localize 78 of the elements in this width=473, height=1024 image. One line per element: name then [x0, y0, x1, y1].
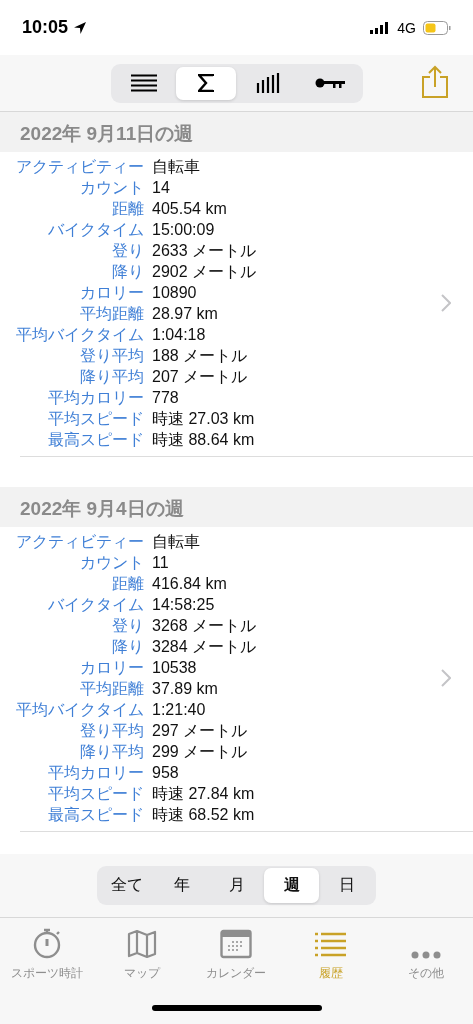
- signal-icon: [370, 21, 391, 34]
- stopwatch-icon: [32, 927, 63, 959]
- stat-value: 時速 88.64 km: [152, 430, 255, 450]
- stat-value: 958: [152, 763, 179, 783]
- stat-value: 10890: [152, 283, 197, 303]
- stat-label: 平均カロリー: [47, 763, 145, 783]
- calendar-icon: [220, 929, 253, 959]
- stat-value: 297 メートル: [152, 721, 248, 741]
- stat-value: 1:21:40: [152, 700, 206, 720]
- stat-label: 登り: [111, 616, 145, 636]
- battery-icon: [423, 20, 451, 35]
- stat-label: アクティビティー: [15, 532, 145, 552]
- stat-label: 登り平均: [79, 721, 145, 741]
- stat-value: 自転車: [152, 157, 200, 177]
- stat-value: 15:00:09: [152, 220, 215, 240]
- location-arrow-icon: [73, 20, 88, 35]
- stat-value: 3268 メートル: [152, 616, 257, 636]
- stat-label: 平均バイクタイム: [15, 325, 145, 345]
- stat-label: カロリー: [79, 283, 145, 303]
- key-icon: [314, 77, 345, 89]
- stat-label: 距離: [111, 199, 145, 219]
- stat-value: 28.97 km: [152, 304, 218, 324]
- period-segment[interactable]: 年: [154, 868, 209, 903]
- stat-label: 平均バイクタイム: [15, 700, 145, 720]
- stat-label: 登り平均: [79, 346, 145, 366]
- period-segment[interactable]: 月: [209, 868, 264, 903]
- network-type: 4G: [397, 19, 416, 36]
- stat-value: 37.89 km: [152, 679, 218, 699]
- stat-value: 10538: [152, 658, 197, 678]
- stat-label: 降り平均: [79, 742, 145, 762]
- sigma-icon: [197, 74, 214, 92]
- bar-chart-icon: [255, 73, 280, 93]
- stat-value: 11: [152, 553, 169, 573]
- stat-value: 時速 27.84 km: [152, 784, 255, 804]
- stat-value: 207 メートル: [152, 367, 248, 387]
- stat-label: カロリー: [79, 658, 145, 678]
- stat-label: 登り: [111, 241, 145, 261]
- map-icon: [126, 929, 157, 959]
- stat-label: 平均スピード: [47, 409, 145, 429]
- stat-value: 405.54 km: [152, 199, 227, 219]
- stat-value: 188 メートル: [152, 346, 248, 366]
- stat-value: 時速 68.52 km: [152, 805, 255, 825]
- stat-label: アクティビティー: [15, 157, 145, 177]
- stat-label: カウント: [79, 553, 145, 573]
- stat-label: バイクタイム: [47, 595, 145, 615]
- stat-value: 時速 27.03 km: [152, 409, 255, 429]
- status-time: 10:05: [22, 17, 69, 38]
- period-segment[interactable]: 全て: [99, 868, 154, 903]
- stat-value: 14: [152, 178, 170, 198]
- stat-label: 平均距離: [79, 304, 145, 324]
- stat-label: 降り: [111, 637, 145, 657]
- stat-value: 299 メートル: [152, 742, 248, 762]
- stat-label: 平均カロリー: [47, 388, 145, 408]
- stat-value: 1:04:18: [152, 325, 206, 345]
- stat-value: 2902 メートル: [152, 262, 257, 282]
- period-segment[interactable]: 日: [319, 868, 374, 903]
- stat-label: バイクタイム: [47, 220, 145, 240]
- stat-value: 14:58:25: [152, 595, 215, 615]
- period-segment[interactable]: 週: [264, 868, 319, 903]
- week-title: 2022年 9月4日の週: [20, 497, 184, 521]
- stat-value: 自転車: [152, 532, 200, 552]
- list-icon: [130, 74, 157, 92]
- stat-value: 2633 メートル: [152, 241, 257, 261]
- stat-value: 778: [152, 388, 179, 408]
- week-title: 2022年 9月11日の週: [20, 122, 194, 146]
- stat-value: 3284 メートル: [152, 637, 257, 657]
- stat-label: 降り平均: [79, 367, 145, 387]
- more-icon: [410, 951, 441, 959]
- stat-label: カウント: [79, 178, 145, 198]
- stat-label: 最高スピード: [47, 430, 145, 450]
- stat-label: 最高スピード: [47, 805, 145, 825]
- stat-label: 平均距離: [79, 679, 145, 699]
- stat-label: 降り: [111, 262, 145, 282]
- stat-label: 距離: [111, 574, 145, 594]
- view-segment[interactable]: [175, 66, 236, 100]
- stat-value: 416.84 km: [152, 574, 227, 594]
- list-icon: [315, 931, 348, 959]
- stat-label: 平均スピード: [47, 784, 145, 804]
